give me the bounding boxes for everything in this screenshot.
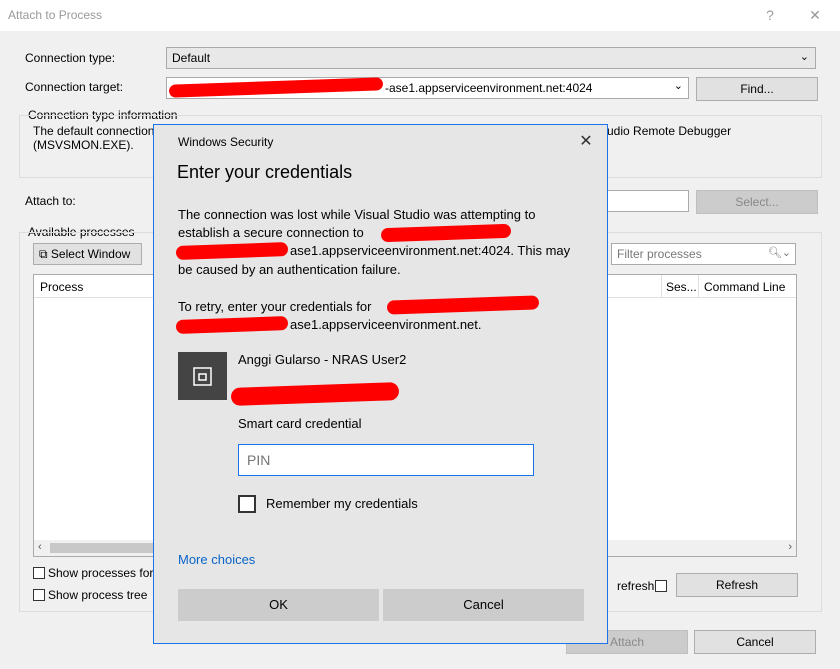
remember-credentials-label: Remember my credentials — [266, 496, 418, 511]
scroll-right-icon[interactable]: › — [788, 541, 792, 553]
show-process-tree-label: Show process tree — [48, 588, 148, 602]
search-icon: 🔍︎⌄ — [767, 247, 791, 259]
user-name: Anggi Gularso - NRAS User2 — [238, 352, 407, 367]
column-command-line[interactable]: Command Line — [704, 280, 785, 294]
help-button[interactable]: ? — [755, 4, 785, 26]
find-button[interactable]: Find... — [696, 77, 818, 101]
redaction — [380, 223, 512, 243]
select-window-icon: ⧉ — [39, 247, 48, 261]
dialog-title: Windows Security — [178, 135, 274, 149]
connection-info-text-end: udio Remote Debugger — [607, 124, 732, 138]
attach-to-label: Attach to: — [25, 194, 76, 208]
column-process[interactable]: Process — [40, 280, 83, 294]
pin-input[interactable] — [238, 444, 534, 476]
redaction — [230, 382, 400, 406]
filter-processes-input[interactable]: Filter processes 🔍︎⌄ — [611, 243, 796, 265]
dialog-heading: Enter your credentials — [177, 162, 353, 182]
dialog-cancel-button[interactable]: Cancel — [383, 589, 584, 621]
connection-type-value: Default — [172, 51, 211, 65]
chevron-down-icon: ⌄ — [673, 80, 683, 92]
filter-processes-placeholder: Filter processes — [617, 247, 702, 261]
dialog-close-icon[interactable]: ✕ — [574, 131, 598, 151]
retry-line-1: To retry, enter your credentials for — [178, 299, 372, 314]
more-choices-link[interactable]: More choices — [178, 552, 255, 567]
auto-refresh-label: refresh — [617, 579, 655, 593]
connection-type-select[interactable]: Default ⌄ — [166, 47, 816, 69]
refresh-button[interactable]: Refresh — [676, 573, 798, 597]
cancel-button[interactable]: Cancel — [694, 630, 816, 654]
connection-target-value: -ase1.appserviceenvironment.net:4024 — [385, 81, 593, 95]
scroll-left-icon[interactable]: ‹ — [38, 541, 42, 553]
smart-card-icon — [178, 352, 227, 400]
ok-button[interactable]: OK — [178, 589, 379, 621]
column-session[interactable]: Ses... — [666, 280, 697, 294]
title-bar — [0, 0, 840, 31]
message-line-3: ase1.appserviceenvironment.net:4024. Thi… — [290, 243, 571, 258]
attach-to-field — [607, 190, 689, 212]
redaction — [175, 316, 289, 334]
select-window-label: Select Window — [50, 247, 131, 261]
connection-target-label: Connection target: — [25, 80, 124, 94]
show-processes-for-label: Show processes for — [48, 566, 154, 580]
connection-info-text-2: (MSVSMON.EXE). — [33, 138, 134, 152]
credential-type: Smart card credential — [238, 416, 362, 431]
message-line-2: establish a secure connection to — [178, 225, 364, 240]
column-divider — [698, 275, 699, 297]
connection-type-label: Connection type: — [25, 51, 116, 65]
chevron-down-icon: ⌄ — [799, 51, 809, 63]
select-button[interactable]: Select... — [696, 190, 818, 214]
remember-credentials-checkbox[interactable] — [238, 495, 256, 513]
message-line-4: be caused by an authentication failure. — [178, 262, 401, 277]
connection-info-text: The default connection — [33, 124, 155, 138]
redaction — [175, 242, 289, 260]
windows-security-dialog: Windows Security ✕ Enter your credential… — [153, 124, 608, 644]
auto-refresh-checkbox[interactable] — [655, 580, 667, 592]
window-title: Attach to Process — [8, 8, 103, 22]
scrollbar-thumb[interactable] — [50, 543, 156, 553]
redaction — [168, 77, 384, 98]
show-process-tree-checkbox[interactable] — [33, 589, 45, 601]
retry-line-2: ase1.appserviceenvironment.net. — [290, 317, 482, 332]
redaction — [386, 295, 540, 315]
connection-target-input[interactable]: -ase1.appserviceenvironment.net:4024 ⌄ — [166, 77, 689, 99]
select-window-button[interactable]: ⧉ Select Window — [33, 243, 142, 265]
close-button[interactable]: ✕ — [800, 4, 830, 26]
message-line-1: The connection was lost while Visual Stu… — [178, 207, 536, 222]
column-divider — [661, 275, 662, 297]
show-processes-for-checkbox[interactable] — [33, 567, 45, 579]
